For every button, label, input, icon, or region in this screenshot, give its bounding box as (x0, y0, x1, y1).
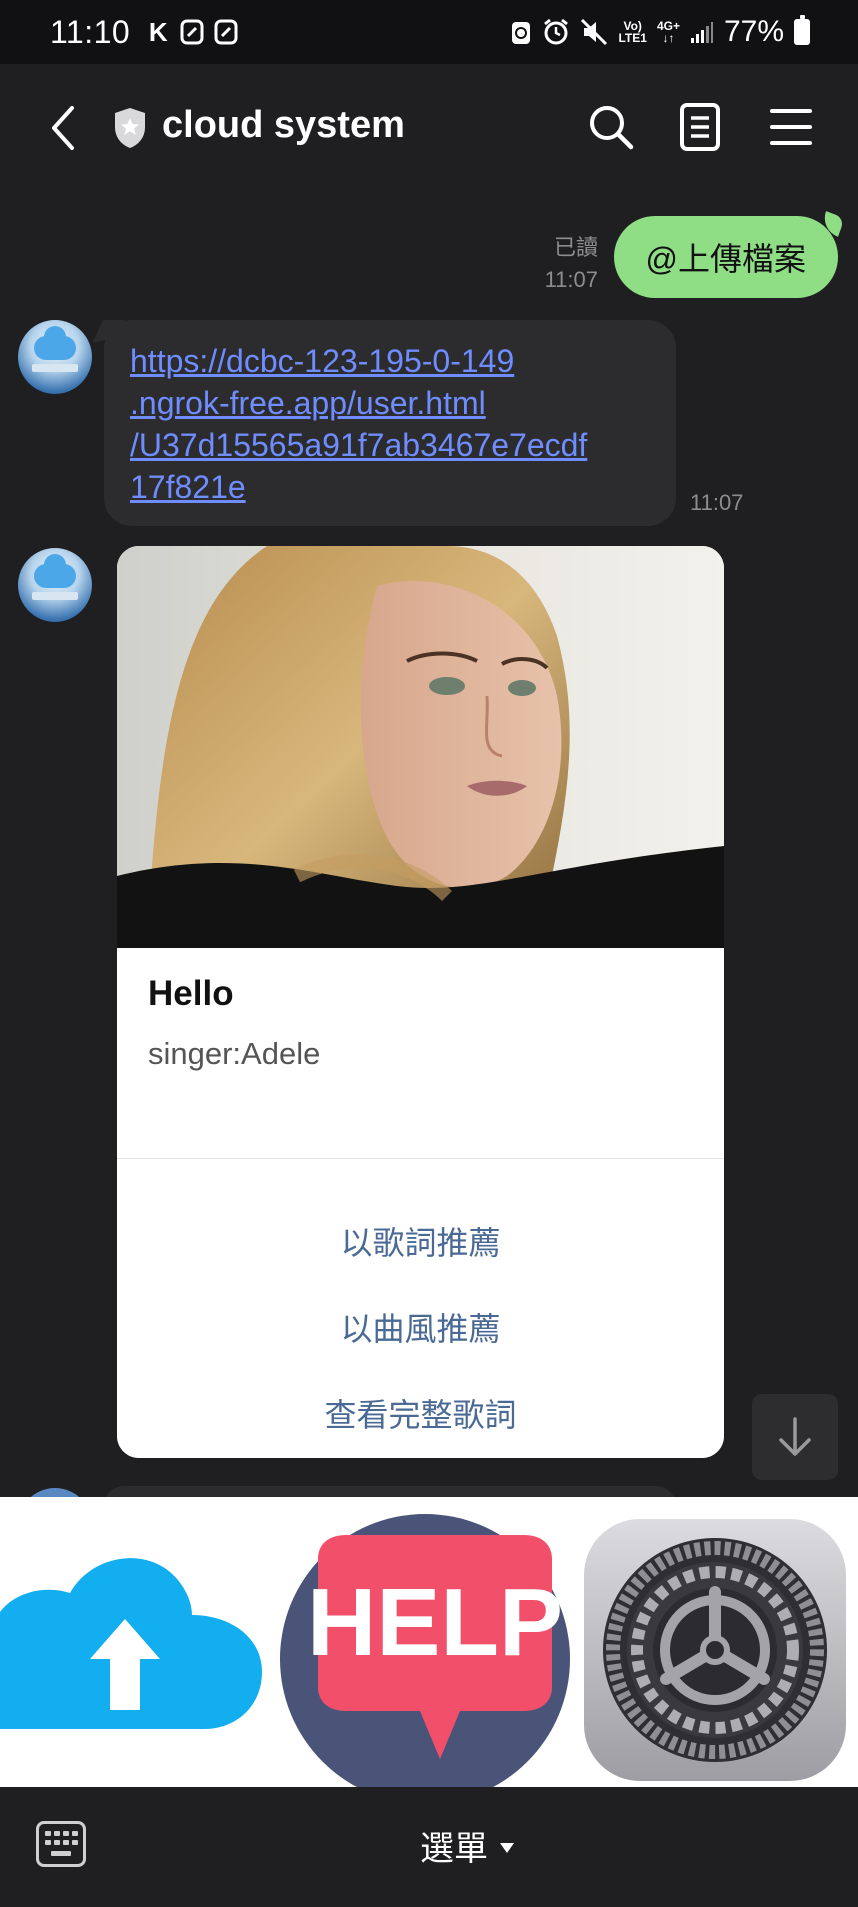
k-app-icon: K (148, 16, 168, 47)
signal-icon (690, 20, 714, 44)
chat-title: cloud system (162, 104, 405, 146)
singer-photo[interactable] (117, 546, 724, 948)
recommend-by-lyrics-button[interactable]: 以歌詞推薦 (117, 1218, 724, 1264)
notes-icon[interactable] (678, 102, 722, 152)
divider (117, 1158, 724, 1159)
alarm-icon (542, 18, 570, 46)
song-title: Hello (148, 974, 234, 1013)
keyboard-icon[interactable] (36, 1821, 86, 1867)
status-bar: 11:10 K Vo) LTE1 4G+ ↓↑ 77% (0, 0, 858, 64)
battery-percent: 77% (723, 15, 784, 48)
bot-avatar[interactable] (18, 548, 92, 622)
singer-name: singer:Adele (148, 1036, 321, 1071)
back-icon[interactable] (44, 102, 84, 154)
settings-gear-icon[interactable] (578, 1497, 858, 1787)
recycle-icon (510, 18, 532, 46)
bottom-bar: 選單 (0, 1787, 858, 1907)
view-full-lyrics-button[interactable]: 查看完整歌詞 (117, 1390, 724, 1436)
rich-menu: HELP (0, 1497, 858, 1787)
help-text: HELP (307, 1569, 563, 1676)
arrow-down-icon (779, 1417, 811, 1456)
note-icon (214, 19, 238, 45)
help-button[interactable]: HELP (280, 1497, 578, 1787)
note-icon (180, 19, 204, 45)
shield-icon (112, 106, 148, 150)
status-time: 11:10 (50, 13, 131, 50)
scroll-down-button[interactable] (752, 1394, 838, 1480)
search-icon[interactable] (586, 102, 636, 152)
message-time: 11:07 (690, 490, 744, 515)
incoming-link-message: https://dcbc-123-195-0-149 .ngrok-free.a… (104, 320, 676, 526)
read-receipt: 已讀 11:07 (545, 232, 598, 296)
incoming-message (104, 1486, 676, 1497)
network-volte: Vo) LTE1 (618, 19, 647, 45)
cloud-upload-icon[interactable] (0, 1497, 280, 1787)
chat-header: cloud system (0, 64, 858, 190)
message-time: 11:07 (544, 267, 598, 292)
outgoing-message[interactable]: @上傳檔案 (613, 216, 838, 298)
mute-icon (580, 18, 608, 46)
status-right: Vo) LTE1 4G+ ↓↑ 77% (510, 15, 810, 49)
bot-avatar (18, 1488, 92, 1497)
menu-label: 選單 (420, 1830, 488, 1868)
network-type: 4G+ ↓↑ (656, 19, 680, 45)
caret-down-icon (500, 1842, 514, 1853)
song-card: Hello singer:Adele 以歌詞推薦 以曲風推薦 查看完整歌詞 (117, 546, 724, 1458)
menu-icon[interactable] (768, 104, 814, 150)
message-link[interactable]: https://dcbc-123-195-0-149 .ngrok-free.a… (130, 340, 650, 508)
battery-icon (794, 15, 810, 45)
chat-area[interactable]: 已讀 11:07 @上傳檔案 https://dcbc-123-195-0-14… (0, 190, 858, 1497)
recommend-by-style-button[interactable]: 以曲風推薦 (117, 1304, 724, 1350)
menu-toggle-button[interactable]: 選單 (420, 1821, 514, 1870)
bot-avatar[interactable] (18, 320, 92, 394)
read-label: 已讀 (553, 235, 598, 260)
card-body: Hello singer:Adele 以歌詞推薦 以曲風推薦 查看完整歌詞 (117, 948, 724, 1458)
status-notification-icons: K (146, 16, 238, 47)
